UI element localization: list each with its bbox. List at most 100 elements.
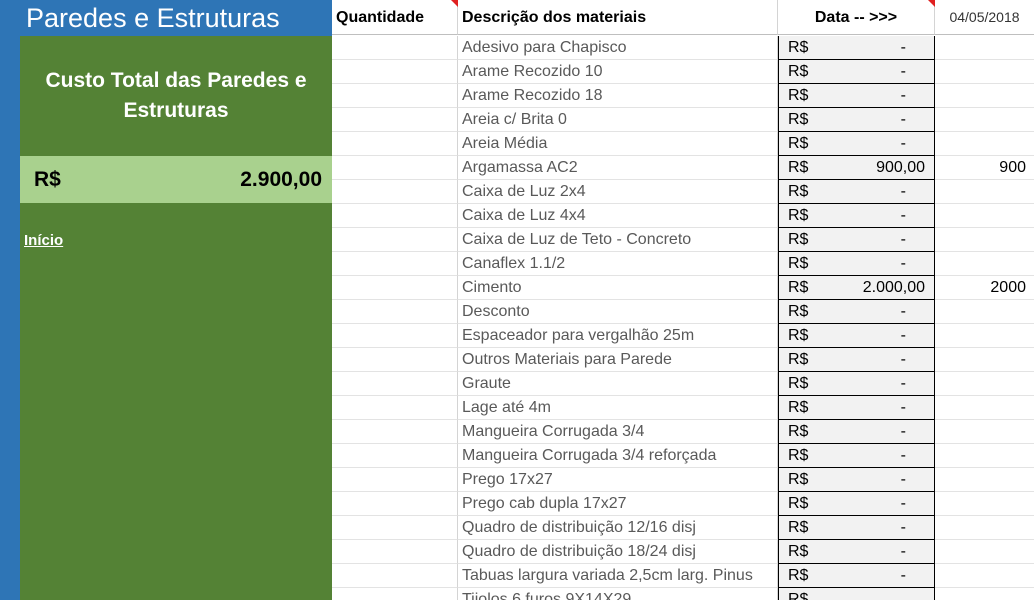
description-cell[interactable]: Mangueira Corrugada 3/4: [458, 420, 778, 444]
quantity-cell[interactable]: [332, 252, 458, 276]
date-value-cell[interactable]: [935, 492, 1034, 516]
header-date-label[interactable]: Data -- >>>: [778, 0, 935, 35]
quantity-cell[interactable]: [332, 180, 458, 204]
description-cell[interactable]: Quadro de distribuição 12/16 disj: [458, 516, 778, 540]
date-value-cell[interactable]: [935, 108, 1034, 132]
date-value-cell[interactable]: [935, 564, 1034, 588]
description-cell[interactable]: Graute: [458, 372, 778, 396]
price-cell[interactable]: R$ -: [778, 300, 935, 324]
price-cell[interactable]: R$ -: [778, 252, 935, 276]
description-cell[interactable]: Desconto: [458, 300, 778, 324]
quantity-cell[interactable]: [332, 348, 458, 372]
quantity-cell[interactable]: [332, 204, 458, 228]
date-value-cell[interactable]: [935, 540, 1034, 564]
quantity-cell[interactable]: [332, 420, 458, 444]
date-value-cell[interactable]: [935, 444, 1034, 468]
date-value-cell[interactable]: [935, 324, 1034, 348]
header-date-value[interactable]: 04/05/2018: [935, 0, 1034, 35]
description-cell[interactable]: Tabuas largura variada 2,5cm larg. Pinus: [458, 564, 778, 588]
price-cell[interactable]: R$ -: [778, 180, 935, 204]
price-cell[interactable]: R$ -: [778, 348, 935, 372]
total-cost-box[interactable]: R$ 2.900,00: [20, 156, 332, 203]
description-cell[interactable]: Tijolos 6 furos 9X14X29: [458, 588, 778, 600]
quantity-cell[interactable]: [332, 492, 458, 516]
description-cell[interactable]: Prego 17x27: [458, 468, 778, 492]
description-cell[interactable]: Canaflex 1.1/2: [458, 252, 778, 276]
price-cell[interactable]: R$ 900,00: [778, 156, 935, 180]
quantity-cell[interactable]: [332, 540, 458, 564]
quantity-cell[interactable]: [332, 108, 458, 132]
price-cell[interactable]: R$ -: [778, 132, 935, 156]
description-cell[interactable]: Lage até 4m: [458, 396, 778, 420]
quantity-cell[interactable]: [332, 300, 458, 324]
quantity-cell[interactable]: [332, 444, 458, 468]
price-cell[interactable]: R$: [778, 588, 935, 600]
description-cell[interactable]: Cimento: [458, 276, 778, 300]
quantity-cell[interactable]: [332, 228, 458, 252]
price-cell[interactable]: R$ -: [778, 108, 935, 132]
quantity-cell[interactable]: [332, 396, 458, 420]
date-value-cell[interactable]: 2000: [935, 276, 1034, 300]
price-cell[interactable]: R$ -: [778, 204, 935, 228]
date-value-cell[interactable]: [935, 132, 1034, 156]
home-link[interactable]: Início: [24, 232, 63, 249]
price-cell[interactable]: R$ -: [778, 396, 935, 420]
price-cell[interactable]: R$ -: [778, 492, 935, 516]
date-value-cell[interactable]: [935, 252, 1034, 276]
description-cell[interactable]: Caixa de Luz 4x4: [458, 204, 778, 228]
quantity-cell[interactable]: [332, 156, 458, 180]
date-value-cell[interactable]: [935, 228, 1034, 252]
description-cell[interactable]: Adesivo para Chapisco: [458, 36, 778, 60]
price-cell[interactable]: R$ -: [778, 444, 935, 468]
quantity-cell[interactable]: [332, 468, 458, 492]
header-quantity[interactable]: Quantidade: [332, 0, 458, 35]
description-cell[interactable]: Caixa de Luz de Teto - Concreto: [458, 228, 778, 252]
description-cell[interactable]: Areia Média: [458, 132, 778, 156]
date-value-cell[interactable]: [935, 468, 1034, 492]
description-cell[interactable]: Arame Recozido 18: [458, 84, 778, 108]
date-value-cell[interactable]: [935, 300, 1034, 324]
date-value-cell[interactable]: [935, 372, 1034, 396]
date-value-cell[interactable]: [935, 60, 1034, 84]
quantity-cell[interactable]: [332, 564, 458, 588]
price-cell[interactable]: R$ -: [778, 228, 935, 252]
date-value-cell[interactable]: [935, 36, 1034, 60]
description-cell[interactable]: Quadro de distribuição 18/24 disj: [458, 540, 778, 564]
header-description[interactable]: Descrição dos materiais: [458, 0, 778, 35]
price-cell[interactable]: R$ -: [778, 468, 935, 492]
date-value-cell[interactable]: [935, 516, 1034, 540]
price-cell[interactable]: R$ -: [778, 372, 935, 396]
price-cell[interactable]: R$ -: [778, 564, 935, 588]
quantity-cell[interactable]: [332, 84, 458, 108]
quantity-cell[interactable]: [332, 588, 458, 600]
quantity-cell[interactable]: [332, 276, 458, 300]
date-value-cell[interactable]: [935, 420, 1034, 444]
price-cell[interactable]: R$ -: [778, 420, 935, 444]
description-cell[interactable]: Prego cab dupla 17x27: [458, 492, 778, 516]
price-cell[interactable]: R$ -: [778, 516, 935, 540]
date-value-cell[interactable]: [935, 84, 1034, 108]
price-cell[interactable]: R$ -: [778, 84, 935, 108]
description-cell[interactable]: Caixa de Luz 2x4: [458, 180, 778, 204]
description-cell[interactable]: Espaceador para vergalhão 25m: [458, 324, 778, 348]
date-value-cell[interactable]: [935, 348, 1034, 372]
description-cell[interactable]: Argamassa AC2: [458, 156, 778, 180]
date-value-cell[interactable]: [935, 180, 1034, 204]
quantity-cell[interactable]: [332, 132, 458, 156]
date-value-cell[interactable]: [935, 396, 1034, 420]
quantity-cell[interactable]: [332, 60, 458, 84]
quantity-cell[interactable]: [332, 372, 458, 396]
price-cell[interactable]: R$ -: [778, 324, 935, 348]
quantity-cell[interactable]: [332, 324, 458, 348]
description-cell[interactable]: Arame Recozido 10: [458, 60, 778, 84]
description-cell[interactable]: Areia c/ Brita 0: [458, 108, 778, 132]
quantity-cell[interactable]: [332, 516, 458, 540]
price-cell[interactable]: R$ -: [778, 36, 935, 60]
price-cell[interactable]: R$ 2.000,00: [778, 276, 935, 300]
description-cell[interactable]: Outros Materiais para Parede: [458, 348, 778, 372]
date-value-cell[interactable]: [935, 588, 1034, 600]
price-cell[interactable]: R$ -: [778, 60, 935, 84]
price-cell[interactable]: R$ -: [778, 540, 935, 564]
quantity-cell[interactable]: [332, 36, 458, 60]
date-value-cell[interactable]: [935, 204, 1034, 228]
